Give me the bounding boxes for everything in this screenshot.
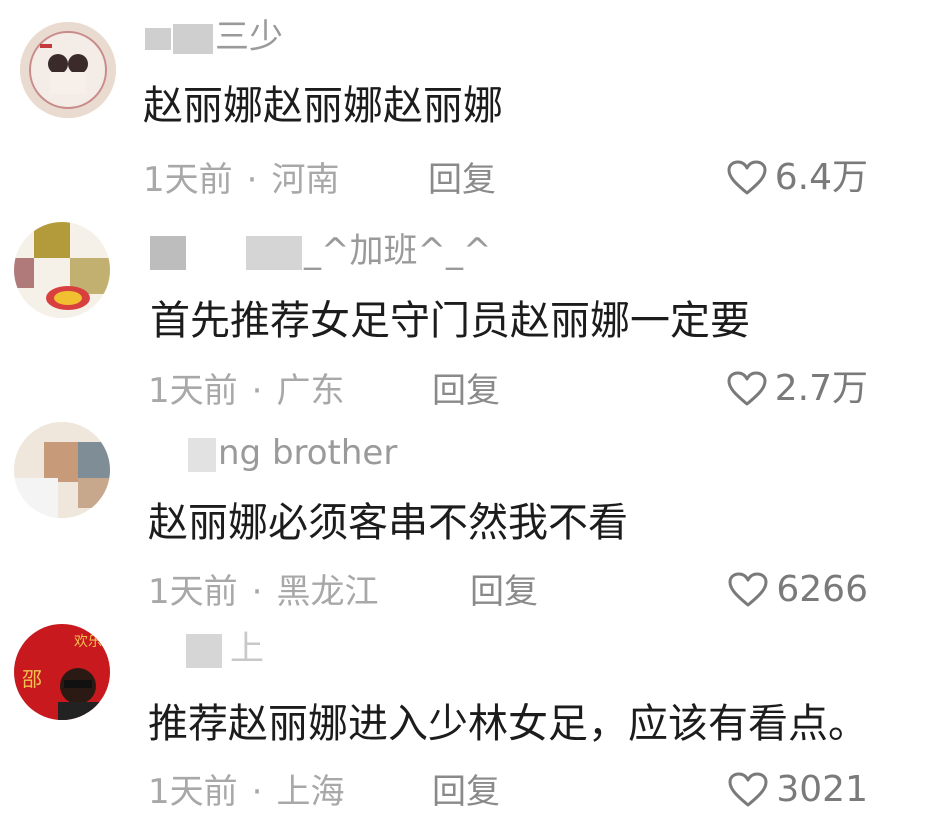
- comment-text: 赵丽娜必须客串不然我不看: [148, 500, 628, 546]
- separator: ·: [246, 160, 258, 200]
- like-count: 3021: [776, 769, 868, 810]
- comment-location: 广东: [276, 371, 345, 411]
- avatar-image: [14, 422, 110, 518]
- reply-button[interactable]: 回复: [470, 575, 538, 609]
- reply-button[interactable]: 回复: [432, 775, 500, 809]
- username[interactable]: 上: [186, 632, 264, 668]
- like-button[interactable]: 3021: [728, 772, 868, 808]
- blurred-name-part: [145, 27, 171, 50]
- comment-meta: 1天前 · 河南: [143, 163, 339, 197]
- like-count: 6266: [776, 569, 868, 610]
- comment-text: 首先推荐女足守门员赵丽娜一定要: [150, 298, 750, 344]
- like-button[interactable]: 6266: [728, 572, 868, 608]
- username-text: 三少: [215, 17, 283, 57]
- avatar-image: 欢乐 邵: [14, 624, 110, 720]
- reply-button[interactable]: 回复: [428, 163, 496, 197]
- comment-meta: 1天前 · 黑龙江: [148, 575, 378, 609]
- blurred-name-part: [173, 23, 213, 54]
- comment-time: 1天前: [148, 772, 238, 812]
- heart-icon: [727, 371, 767, 406]
- comment-location: 上海: [276, 772, 345, 812]
- avatar-image: [14, 222, 110, 318]
- heart-icon: [727, 160, 767, 195]
- blurred-name-part: [246, 235, 302, 270]
- comment-meta: 1天前 · 广东: [148, 374, 344, 408]
- avatar-image: [20, 22, 116, 118]
- like-count: 2.7万: [774, 368, 868, 409]
- svg-text:欢乐: 欢乐: [74, 634, 102, 650]
- username[interactable]: _^加班^_^: [150, 234, 491, 270]
- svg-text:邵: 邵: [22, 667, 42, 691]
- like-button[interactable]: 2.7万: [727, 371, 868, 407]
- username-text: _^加班^_^: [304, 231, 492, 271]
- comment-location: 河南: [271, 160, 340, 200]
- heart-icon: [728, 572, 768, 607]
- comment-text: 赵丽娜赵丽娜赵丽娜: [143, 83, 503, 129]
- comment-time: 1天前: [148, 371, 238, 411]
- username[interactable]: ng brother: [188, 436, 397, 472]
- blurred-name-part: [150, 235, 186, 270]
- blurred-name-part: [188, 437, 216, 472]
- avatar[interactable]: [14, 222, 110, 318]
- comment-time: 1天前: [148, 572, 238, 612]
- avatar[interactable]: 欢乐 邵: [14, 624, 110, 720]
- username-text: ng brother: [218, 433, 398, 473]
- username[interactable]: 三少: [145, 20, 283, 54]
- reply-button[interactable]: 回复: [432, 374, 500, 408]
- like-button[interactable]: 6.4万: [727, 160, 868, 196]
- separator: ·: [251, 371, 263, 411]
- comment-text: 推荐赵丽娜进入少林女足，应该有看点。: [148, 701, 868, 747]
- comment-time: 1天前: [143, 160, 233, 200]
- comment-meta: 1天前 · 上海: [148, 775, 344, 809]
- like-count: 6.4万: [774, 157, 868, 198]
- username-text: 上: [230, 629, 264, 669]
- separator: ·: [251, 772, 263, 812]
- separator: ·: [251, 572, 263, 612]
- avatar[interactable]: [20, 22, 116, 118]
- comment-location: 黑龙江: [276, 572, 379, 612]
- blurred-name-part: [186, 633, 222, 668]
- heart-icon: [728, 772, 768, 807]
- avatar[interactable]: [14, 422, 110, 518]
